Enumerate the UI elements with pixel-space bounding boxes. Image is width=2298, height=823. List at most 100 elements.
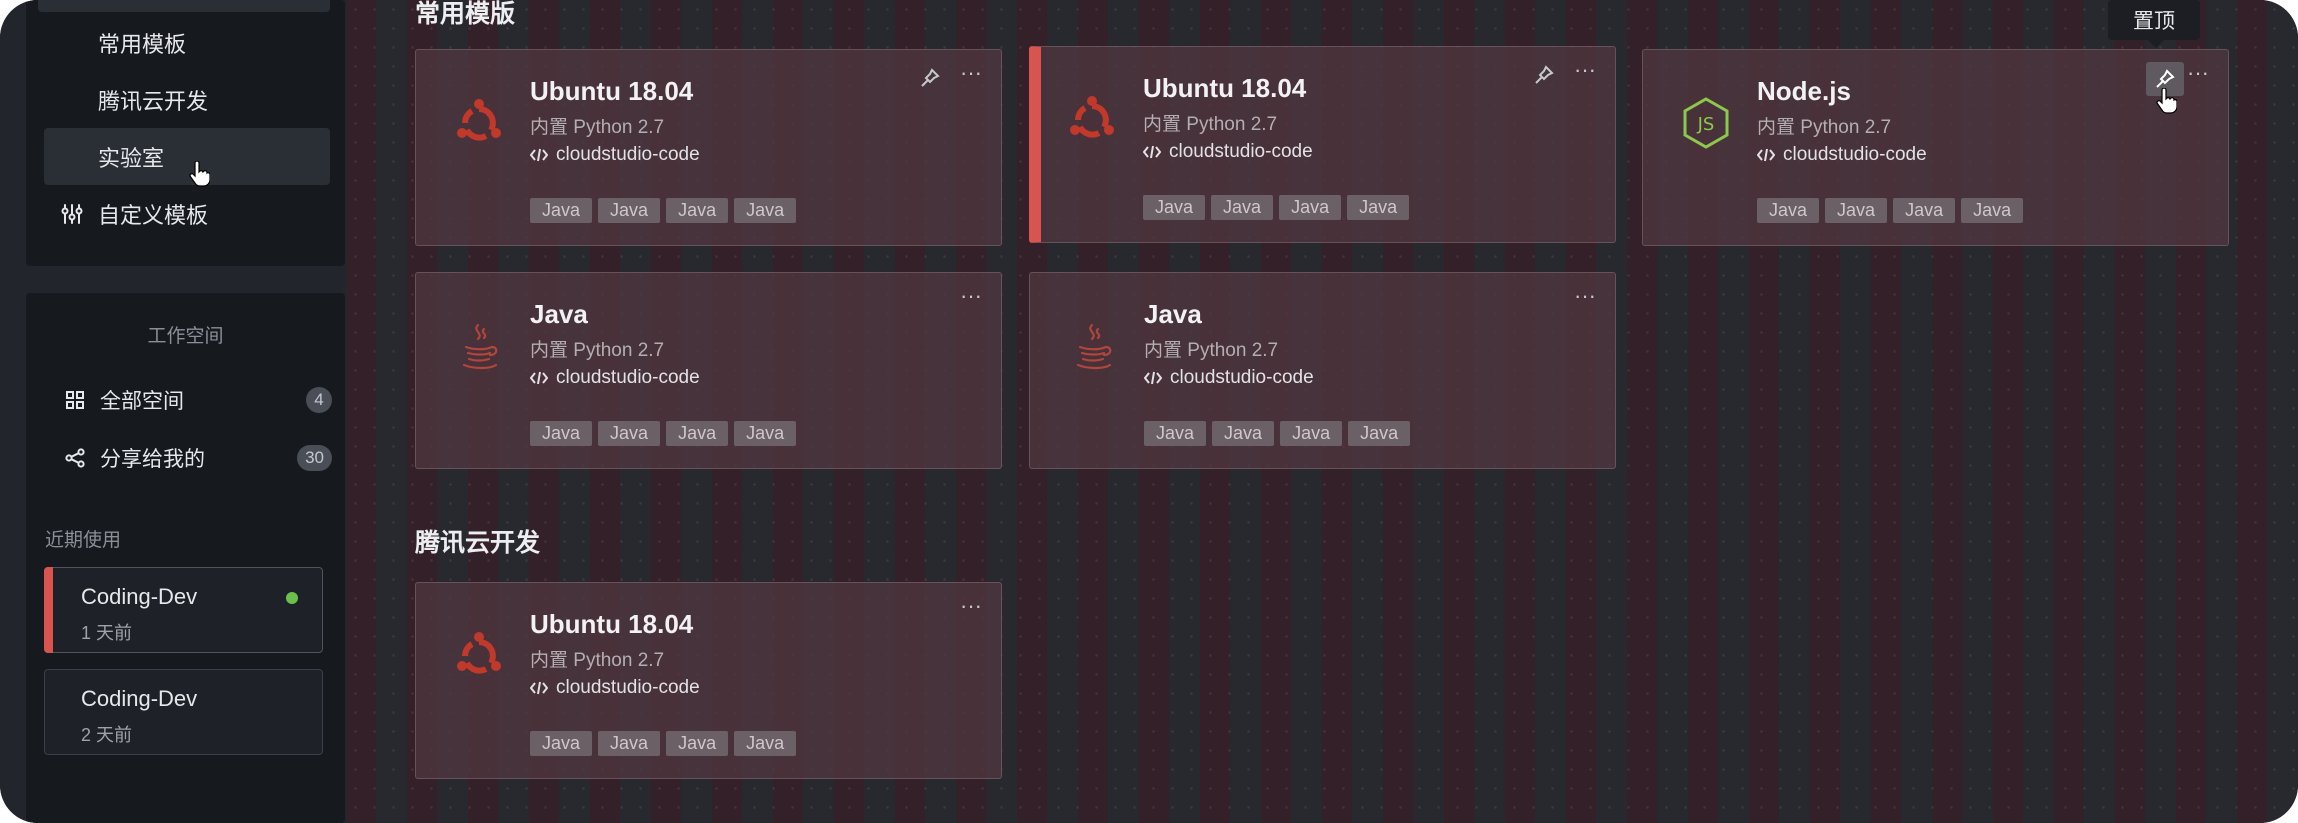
card-subtitle: 内置 Python 2.7 <box>530 340 665 361</box>
workspace-item-all[interactable]: 全部空间 4 <box>46 375 332 425</box>
pin-tooltip: 置顶 <box>2108 0 2200 48</box>
nav-item-selected-top <box>38 0 330 12</box>
workspace-panel: 工作空间 全部空间 4 分享给我的 30 近期使用 Coding-Dev 1 天… <box>26 293 345 823</box>
card-title: Ubuntu 18.04 <box>530 76 694 106</box>
hand-cursor-icon <box>2156 88 2177 114</box>
ubuntu-logo-icon <box>457 99 501 141</box>
nav-item-tencent-cloud[interactable]: 腾讯云开发 <box>44 71 330 128</box>
template-card[interactable]: Ubuntu 18.04 内置 Python 2.7 cloudstudio-c… <box>415 582 1002 779</box>
recent-workspace-name: Coding-Dev <box>81 584 198 609</box>
code-icon <box>1757 148 1775 162</box>
workspace-item-label: 全部空间 <box>100 390 184 413</box>
tag: Java <box>666 421 729 446</box>
more-options-button[interactable]: ··· <box>959 285 983 311</box>
tag: Java <box>1825 198 1888 223</box>
tag: Java <box>530 731 593 756</box>
more-options-button[interactable]: ··· <box>959 595 983 621</box>
ubuntu-logo-icon <box>457 632 501 674</box>
card-title: Ubuntu 18.04 <box>530 609 694 639</box>
pin-icon <box>2156 69 2175 88</box>
recent-workspace-time: 2 天前 <box>81 725 133 745</box>
nav-item-label: 实验室 <box>98 145 165 171</box>
code-icon <box>530 681 548 695</box>
card-repo: cloudstudio-code <box>1144 367 1314 389</box>
card-subtitle: 内置 Python 2.7 <box>530 117 665 138</box>
card-repo-label: cloudstudio-code <box>1169 141 1313 162</box>
code-icon <box>1144 371 1162 385</box>
tag: Java <box>598 421 661 446</box>
template-card[interactable]: Java 内置 Python 2.7 cloudstudio-code Java… <box>1029 272 1616 469</box>
card-title: Java <box>1144 299 1202 329</box>
card-repo-label: cloudstudio-code <box>556 144 700 165</box>
recent-workspace-item[interactable]: Coding-Dev 1 天前 <box>44 567 323 653</box>
card-tags: Java Java Java Java <box>530 731 802 756</box>
template-gallery: 常用模版 Ubuntu 18.04 内置 Python 2.7 cloudstu… <box>346 0 2298 823</box>
card-tags: Java Java Java Java <box>1143 195 1415 220</box>
tag: Java <box>1348 421 1411 446</box>
template-card[interactable]: Ubuntu 18.04 内置 Python 2.7 cloudstudio-c… <box>1029 46 1616 243</box>
recent-workspace-item[interactable]: Coding-Dev 2 天前 <box>44 669 323 755</box>
nav-item-label: 自定义模板 <box>98 202 209 228</box>
card-subtitle: 内置 Python 2.7 <box>1757 117 1892 138</box>
card-tags: Java Java Java Java <box>1757 198 2029 223</box>
sliders-icon <box>61 203 83 224</box>
workspace-item-label: 分享给我的 <box>100 448 205 471</box>
workspace-title: 工作空间 <box>147 326 224 347</box>
tag: Java <box>1280 421 1343 446</box>
pin-icon[interactable] <box>919 67 941 89</box>
nodejs-logo-icon: JS <box>1683 97 1729 149</box>
card-repo-label: cloudstudio-code <box>556 367 700 388</box>
pin-icon[interactable] <box>1533 64 1555 86</box>
code-icon <box>1143 145 1161 159</box>
workspace-item-shared[interactable]: 分享给我的 30 <box>46 433 332 483</box>
template-card[interactable]: Java 内置 Python 2.7 cloudstudio-code Java… <box>415 272 1002 469</box>
tag: Java <box>1143 195 1206 220</box>
tag: Java <box>1961 198 2024 223</box>
card-repo: cloudstudio-code <box>1143 141 1313 163</box>
nav-item-lab[interactable]: 实验室 <box>44 128 330 185</box>
svg-text:JS: JS <box>1697 114 1715 135</box>
card-subtitle: 内置 Python 2.7 <box>530 650 665 671</box>
template-card[interactable]: Ubuntu 18.04 内置 Python 2.7 cloudstudio-c… <box>415 49 1002 246</box>
more-options-button[interactable]: ··· <box>1573 59 1597 85</box>
more-options-button[interactable]: ··· <box>2186 62 2210 88</box>
hand-cursor-icon <box>189 161 210 187</box>
nav-item-common-templates[interactable]: 常用模板 <box>44 14 330 71</box>
card-title: Java <box>530 299 588 329</box>
tag: Java <box>598 198 661 223</box>
card-subtitle: 内置 Python 2.7 <box>1143 114 1278 135</box>
nav-item-label: 腾讯云开发 <box>98 88 209 114</box>
tag: Java <box>734 731 797 756</box>
code-icon <box>530 371 548 385</box>
nav-item-custom-templates[interactable]: 自定义模板 <box>44 185 330 242</box>
app-window: 常用模板 腾讯云开发 实验室 自定义模板 工作空间 全部空间 4 分享给我的 3… <box>0 0 2298 823</box>
tag: Java <box>1279 195 1342 220</box>
ubuntu-logo-icon <box>1070 96 1114 138</box>
more-options-button[interactable]: ··· <box>1573 285 1597 311</box>
tag: Java <box>1211 195 1274 220</box>
tag: Java <box>1757 198 1820 223</box>
tag: Java <box>734 421 797 446</box>
tag: Java <box>1347 195 1410 220</box>
tag: Java <box>598 731 661 756</box>
sidebar: 常用模板 腾讯云开发 实验室 自定义模板 工作空间 全部空间 4 分享给我的 3… <box>0 0 346 823</box>
card-repo: cloudstudio-code <box>1757 144 1927 166</box>
card-tags: Java Java Java Java <box>530 421 802 446</box>
java-logo-icon <box>1076 323 1112 370</box>
card-title: Node.js <box>1757 76 1851 106</box>
tag: Java <box>734 198 797 223</box>
card-repo: cloudstudio-code <box>530 144 700 166</box>
card-repo-label: cloudstudio-code <box>1170 367 1314 388</box>
card-repo: cloudstudio-code <box>530 367 700 389</box>
template-card[interactable]: JS Node.js 内置 Python 2.7 cloudstudio-cod… <box>1642 49 2229 246</box>
code-icon <box>530 148 548 162</box>
grid-icon <box>66 391 84 409</box>
nav-item-label: 常用模板 <box>98 31 187 57</box>
tag: Java <box>1893 198 1956 223</box>
tag: Java <box>530 198 593 223</box>
template-nav-panel: 常用模板 腾讯云开发 实验室 自定义模板 <box>26 0 345 266</box>
card-title: Ubuntu 18.04 <box>1143 73 1307 103</box>
more-options-button[interactable]: ··· <box>959 62 983 88</box>
recent-workspace-name: Coding-Dev <box>81 686 198 711</box>
count-badge: 4 <box>306 387 332 413</box>
